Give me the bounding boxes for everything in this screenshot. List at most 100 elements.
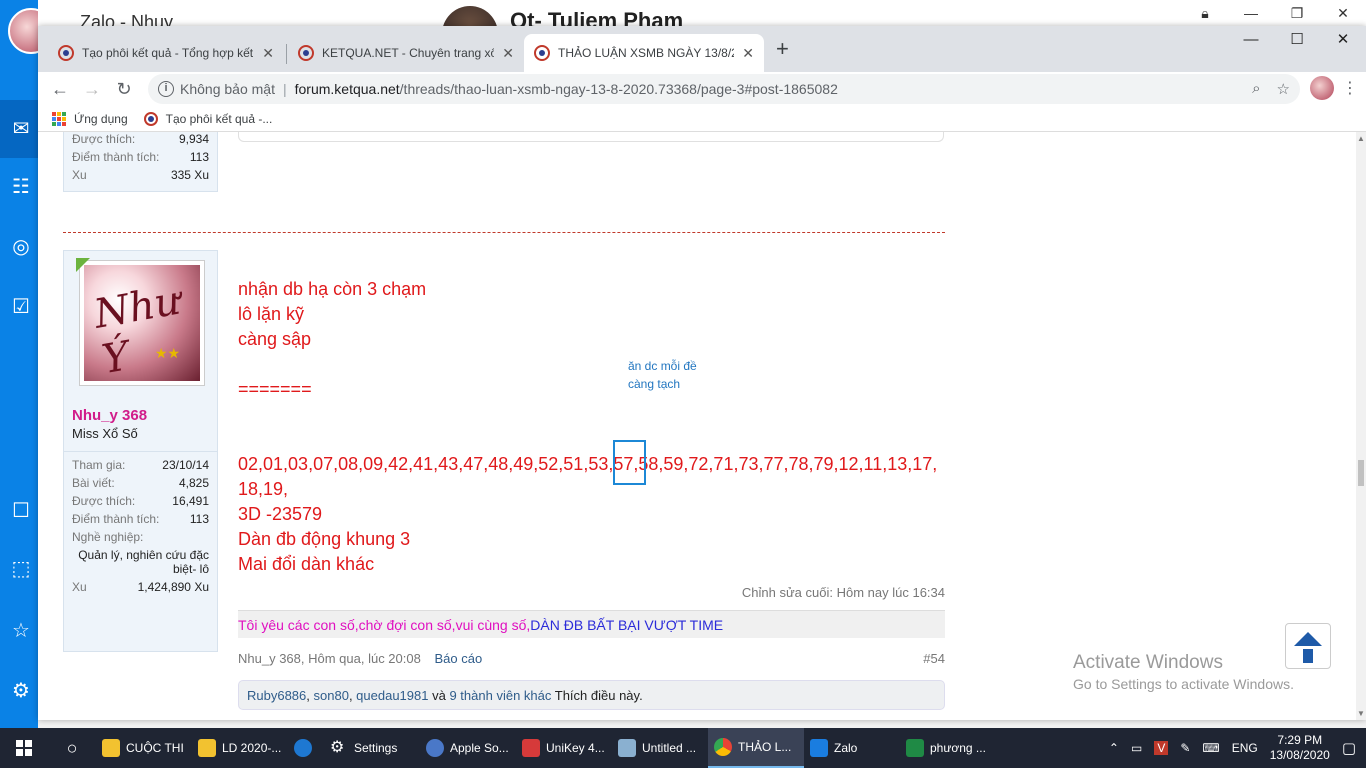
minimize-button[interactable]: — — [1228, 26, 1274, 56]
zalo-restore-button[interactable]: ❐ — [1274, 0, 1320, 26]
close-icon[interactable]: ✕ — [502, 45, 514, 62]
scroll-up-icon[interactable]: ▲ — [1357, 134, 1365, 143]
apple-software-icon — [426, 739, 444, 757]
windows-logo-icon — [16, 740, 32, 756]
forward-button[interactable]: → — [76, 75, 108, 103]
divider — [64, 451, 217, 452]
taskbar-label: THẢO L... — [738, 740, 792, 754]
profile-avatar[interactable] — [1310, 76, 1334, 100]
chat-icon[interactable]: ✉ — [10, 118, 32, 140]
chrome-icon — [714, 738, 732, 756]
message-line: Mai đổi dàn khác — [238, 554, 375, 574]
tab-ketqua-net[interactable]: KETQUA.NET - Chuyên trang xổ số ✕ — [288, 34, 524, 72]
chrome-window-controls: — ☐ ✕ — [1228, 26, 1366, 56]
folder-icon — [102, 739, 120, 757]
arrow-stem — [1303, 649, 1313, 663]
close-icon[interactable]: ✕ — [742, 45, 754, 62]
unikey-tray-icon[interactable]: V — [1154, 741, 1169, 755]
annotation-line: ăn dc mỗi đề — [628, 359, 697, 373]
address-bar[interactable]: i Không bảo mật | forum.ketqua.net /thre… — [148, 74, 1300, 104]
zalo-lock-icon[interactable]: 🔒︎ — [1182, 0, 1228, 26]
bookmarks-bar: Ứng dụng Tạo phôi kết quả -... — [38, 106, 1366, 132]
apps-grid-icon[interactable] — [52, 111, 66, 126]
message-line: nhận db hạ còn 3 chạm — [238, 279, 427, 299]
taskbar-item-folder2[interactable]: LD 2020-... — [192, 728, 288, 768]
back-button[interactable]: ← — [44, 75, 76, 103]
taskbar-item-paint[interactable]: Untitled ... — [612, 728, 708, 768]
stat-row: Được thích: 16,491 — [64, 492, 217, 510]
taskbar-item-unikey[interactable]: UniKey 4... — [516, 728, 612, 768]
omnibox-icons: ⌕ ☆ — [1252, 80, 1290, 98]
report-link[interactable]: Báo cáo — [434, 651, 482, 666]
post-author-time[interactable]: Nhu_y 368, Hôm qua, lúc 20:08 — [238, 651, 421, 666]
close-icon[interactable]: ✕ — [262, 45, 274, 62]
scroll-thumb[interactable] — [1358, 460, 1364, 486]
language-indicator[interactable]: ENG — [1232, 741, 1258, 755]
reload-button[interactable]: ↻ — [108, 75, 140, 103]
bookmark-star-icon[interactable]: ☆ — [1277, 80, 1290, 98]
scroll-to-top-button[interactable] — [1285, 623, 1331, 669]
system-tray: ⌃ ▭ V ✎ ⌨ ENG 7:29 PM 13/08/2020 ▢ — [1109, 733, 1366, 763]
taskbar-item-excel[interactable]: phương ... — [900, 728, 996, 768]
message-line: ======= — [238, 379, 312, 399]
cortana-icon[interactable]: ○ — [48, 738, 96, 759]
contacts-icon[interactable]: ☷ — [10, 176, 32, 198]
tray-app-icon[interactable]: ▭ — [1131, 741, 1142, 755]
zoom-icon[interactable]: ⌕ — [1252, 80, 1260, 98]
zalo-close-button[interactable]: ✕ — [1320, 0, 1366, 26]
new-tab-button[interactable]: + — [776, 38, 789, 60]
bookmark-apps[interactable]: Ứng dụng — [74, 112, 128, 126]
post-number[interactable]: #54 — [923, 651, 945, 666]
menu-icon[interactable]: ⋮ — [1342, 78, 1358, 98]
likes-and: và — [432, 688, 446, 703]
taskbar-item-apple[interactable]: Apple So... — [420, 728, 516, 768]
taskbar-item-settings[interactable]: ⚙ Settings — [324, 728, 420, 768]
pen-icon[interactable]: ✎ — [1180, 741, 1190, 755]
clock-time: 7:29 PM — [1277, 733, 1323, 747]
stat-label: Tham gia: — [72, 458, 126, 472]
likes-suffix: Thích điều này. — [554, 688, 643, 703]
maximize-button[interactable]: ☐ — [1274, 26, 1320, 56]
clock[interactable]: 7:29 PM 13/08/2020 — [1270, 733, 1330, 763]
user-avatar[interactable]: Như Ý ★★ — [79, 260, 205, 386]
like-user-link[interactable]: Ruby6886 — [247, 688, 306, 703]
like-user-link[interactable]: son80 — [314, 688, 349, 703]
taskbar-item-chrome[interactable]: THẢO L... — [708, 728, 804, 768]
zalo-minimize-button[interactable]: — — [1228, 0, 1274, 26]
stat-row: Điểm thành tích: 113 — [64, 510, 217, 528]
taskbar-item-folder1[interactable]: CUỘC THI — [96, 728, 192, 768]
tab-separator — [286, 44, 287, 64]
cloud-icon[interactable]: ☐ — [10, 500, 32, 522]
arrow-up-icon — [1294, 632, 1322, 646]
like-user-link[interactable]: quedau1981 — [356, 688, 428, 703]
clock-icon[interactable]: ◎ — [10, 236, 32, 258]
browser-toolbar: ← → ↻ i Không bảo mật | forum.ketqua.net… — [38, 72, 1366, 106]
bookmark-tao-phoi[interactable]: Tạo phôi kết quả -... — [143, 111, 273, 126]
start-button[interactable] — [0, 728, 48, 768]
zalo-window-controls: 🔒︎ — ❐ ✕ — [1182, 0, 1366, 26]
message-line: lô lặn kỹ — [238, 304, 305, 324]
taskbar-item-zalo[interactable]: Zalo — [804, 728, 900, 768]
keyboard-icon[interactable]: ⌨ — [1202, 741, 1219, 755]
annotation-line: càng tạch — [628, 377, 681, 391]
username-link[interactable]: Nhu_y 368 — [64, 401, 217, 424]
tab-thao-luan[interactable]: THẢO LUẬN XSMB NGÀY 13/8/2020 ✕ — [524, 34, 764, 72]
star-icon[interactable]: ☆ — [10, 620, 32, 642]
page-scrollbar[interactable]: ▲ ▼ — [1356, 132, 1366, 720]
signature-link[interactable]: DÀN ĐB BẤT BẠI VƯỢT TIME — [530, 617, 723, 633]
chevron-up-icon[interactable]: ⌃ — [1109, 741, 1119, 755]
scroll-down-icon[interactable]: ▼ — [1357, 709, 1365, 718]
taskbar-item-edge[interactable] — [288, 728, 324, 768]
taskbar-label: Zalo — [834, 741, 858, 755]
screenshot-icon[interactable]: ⬚ — [10, 558, 32, 580]
info-icon[interactable]: i — [158, 81, 174, 97]
todo-icon[interactable]: ☑ — [10, 296, 32, 318]
notification-icon[interactable]: ▢ — [1342, 739, 1356, 757]
bookmark-label: Tạo phôi kết quả -... — [165, 111, 273, 126]
taskbar-label: UniKey 4... — [546, 741, 605, 755]
tab-tao-phoi[interactable]: Tạo phôi kết quả - Tổng hợp kết ✕ — [48, 34, 284, 72]
chrome-window: Tạo phôi kết quả - Tổng hợp kết ✕ KETQUA… — [38, 26, 1366, 720]
likes-others-link[interactable]: 9 thành viên khác — [449, 688, 551, 703]
close-window-button[interactable]: ✕ — [1320, 26, 1366, 56]
gear-icon[interactable]: ⚙ — [10, 680, 32, 702]
